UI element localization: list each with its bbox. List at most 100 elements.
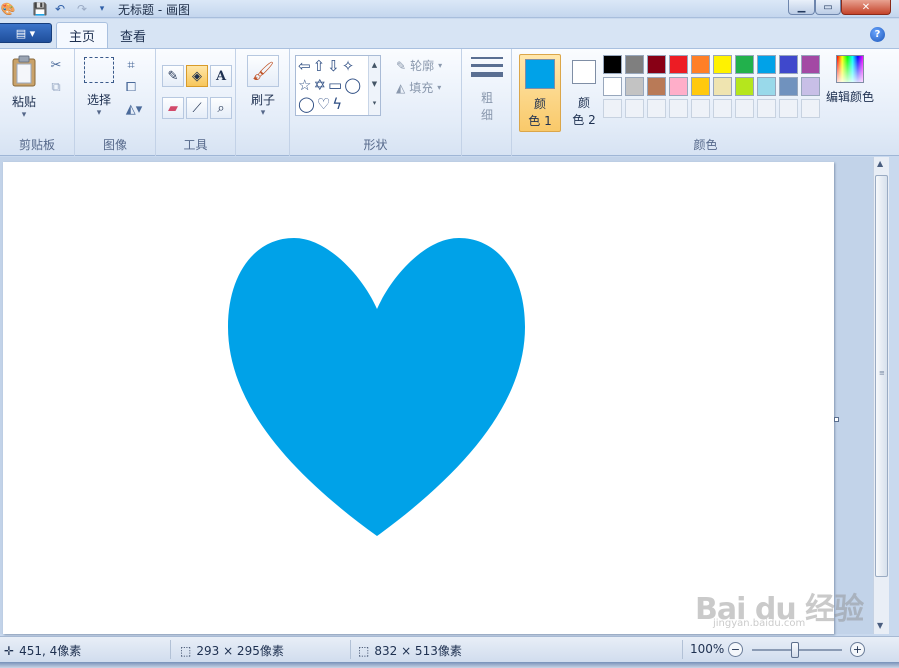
palette-custom-slot[interactable] [801, 99, 820, 118]
select-button[interactable]: 选择 ▾ [81, 57, 117, 118]
cursor-position: ✛ 451, 4像素 [4, 642, 81, 659]
palette-color-swatch[interactable] [669, 77, 688, 96]
select-label: 选择 [86, 93, 111, 107]
quick-access-dropdown-icon[interactable]: ▾ [94, 1, 110, 17]
watermark-url: jingyan.baidu.com [713, 618, 806, 629]
tab-view[interactable]: 查看 [108, 22, 158, 48]
group-tools: ✎ ◈ A ▰ ⟋ ⌕ 工具 [156, 49, 236, 156]
rotate-icon[interactable]: ◭▾ [121, 99, 147, 119]
canvas-drawing [228, 238, 525, 536]
text-tool-icon[interactable]: A [210, 65, 232, 87]
copy-icon[interactable]: ⧉ [46, 77, 66, 97]
canvas-resize-handle[interactable] [834, 417, 839, 422]
palette-color-swatch[interactable] [757, 55, 776, 74]
palette-color-swatch[interactable] [735, 55, 754, 74]
heart-shape[interactable] [228, 238, 525, 536]
eraser-icon[interactable]: ▰ [162, 97, 184, 119]
app-icon[interactable]: 🎨 [0, 1, 16, 17]
color2-label-line1: 颜 [577, 96, 590, 110]
fill-button[interactable]: ◭ 填充 ▾ [396, 79, 441, 96]
group-brushes: 🖌 刷子 ▾ [236, 49, 290, 156]
palette-custom-slot[interactable] [713, 99, 732, 118]
palette-color-swatch[interactable] [669, 55, 688, 74]
scroll-down-icon[interactable]: ▼ [877, 621, 883, 630]
color-picker-icon[interactable]: ⟋ [186, 97, 208, 119]
tab-home[interactable]: 主页 [56, 22, 109, 48]
undo-icon[interactable]: ↶ [52, 1, 68, 17]
palette-custom-slot[interactable] [647, 99, 666, 118]
zoom-level: 100% [690, 642, 724, 656]
palette-color-swatch[interactable] [713, 77, 732, 96]
palette-color-swatch[interactable] [647, 77, 666, 96]
palette-custom-slot[interactable] [691, 99, 710, 118]
shapes-scroll[interactable]: ▲ ▼ ▾ [368, 56, 380, 115]
selection-size-text: 293 × 295像素 [196, 644, 284, 658]
brushes-button[interactable]: 🖌 刷子 ▾ [244, 55, 282, 118]
fill-dropdown-icon: ▾ [437, 83, 442, 92]
color2-button[interactable]: 颜 色 2 [563, 54, 605, 132]
pencil-icon[interactable]: ✎ [162, 65, 184, 87]
resize-icon[interactable]: ⧠ [121, 77, 141, 97]
size-button[interactable]: 粗 细 [470, 57, 504, 123]
palette-color-swatch[interactable] [801, 77, 820, 96]
palette-color-swatch[interactable] [735, 77, 754, 96]
palette-color-swatch[interactable] [625, 77, 644, 96]
vertical-scrollbar[interactable]: ▲ ≡ ▼ [873, 157, 889, 634]
palette-custom-slot[interactable] [669, 99, 688, 118]
paste-button[interactable]: 粘贴 ▾ [8, 54, 40, 129]
palette-color-swatch[interactable] [691, 55, 710, 74]
palette-color-swatch[interactable] [625, 55, 644, 74]
save-icon[interactable]: 💾 [32, 1, 48, 17]
shapes-group-label: 形状 [363, 138, 388, 152]
help-icon[interactable]: ? [870, 27, 885, 42]
magnifier-icon[interactable]: ⌕ [210, 97, 232, 119]
size-label-line1: 粗 [480, 91, 493, 105]
fill-bucket-icon[interactable]: ◈ [186, 65, 208, 87]
palette-color-swatch[interactable] [691, 77, 710, 96]
ribbon: 粘贴 ▾ ✂ ⧉ 剪贴板 选择 ▾ ⌗ ⧠ ◭▾ 图像 ✎ ◈ A ▰ ⟋ ⌕ … [0, 48, 899, 156]
palette-color-swatch[interactable] [757, 77, 776, 96]
minimize-button[interactable]: ▁ [788, 0, 815, 15]
redo-icon[interactable]: ↷ [74, 1, 90, 17]
group-size: 粗 细 [462, 49, 512, 156]
scrollbar-thumb[interactable]: ≡ [875, 175, 888, 577]
zoom-level-text: 100% [690, 642, 725, 656]
zoom-slider-thumb[interactable] [791, 642, 799, 658]
color1-button[interactable]: 颜 色 1 [519, 54, 561, 132]
palette-color-swatch[interactable] [779, 55, 798, 74]
close-button[interactable]: ✕ [841, 0, 891, 15]
zoom-in-icon[interactable]: + [850, 642, 865, 657]
palette-custom-slot[interactable] [735, 99, 754, 118]
zoom-out-icon[interactable]: − [728, 642, 743, 657]
select-rectangle-icon [84, 57, 114, 83]
crop-icon[interactable]: ⌗ [121, 55, 141, 75]
title-bar: 🎨 💾 ↶ ↷ ▾ 无标题 - 画图 ▁ ▭ ✕ [0, 0, 899, 18]
palette-color-swatch[interactable] [713, 55, 732, 74]
selection-size-icon: ⬚ [180, 643, 192, 658]
paint-menu-button[interactable]: ▤ ▾ [0, 23, 52, 43]
palette-color-swatch[interactable] [801, 55, 820, 74]
group-colors: 颜 色 1 颜 色 2 编辑颜色 颜色 [512, 49, 899, 156]
palette-custom-slot[interactable] [625, 99, 644, 118]
palette-color-swatch[interactable] [603, 55, 622, 74]
cut-icon[interactable]: ✂ [46, 55, 66, 75]
palette-color-swatch[interactable] [603, 77, 622, 96]
drawing-canvas[interactable] [3, 162, 834, 634]
edit-colors-label: 编辑颜色 [825, 90, 874, 104]
maximize-button[interactable]: ▭ [815, 0, 841, 15]
edit-colors-button[interactable]: 编辑颜色 [825, 55, 875, 105]
fill-label: 填充 [409, 81, 434, 95]
palette-custom-slot[interactable] [779, 99, 798, 118]
image-group-label: 图像 [102, 138, 127, 152]
window-title: 无标题 - 画图 [118, 3, 190, 17]
palette-custom-slot[interactable] [757, 99, 776, 118]
cursor-position-text: 451, 4像素 [19, 644, 82, 658]
scroll-up-icon[interactable]: ▲ [877, 159, 883, 168]
select-dropdown-icon: ▾ [96, 108, 102, 118]
palette-color-swatch[interactable] [647, 55, 666, 74]
palette-color-swatch[interactable] [779, 77, 798, 96]
outline-button[interactable]: ✎ 轮廓 ▾ [396, 57, 442, 74]
status-separator [170, 640, 171, 659]
palette-custom-slot[interactable] [603, 99, 622, 118]
image-size-text: 832 × 513像素 [374, 644, 462, 658]
